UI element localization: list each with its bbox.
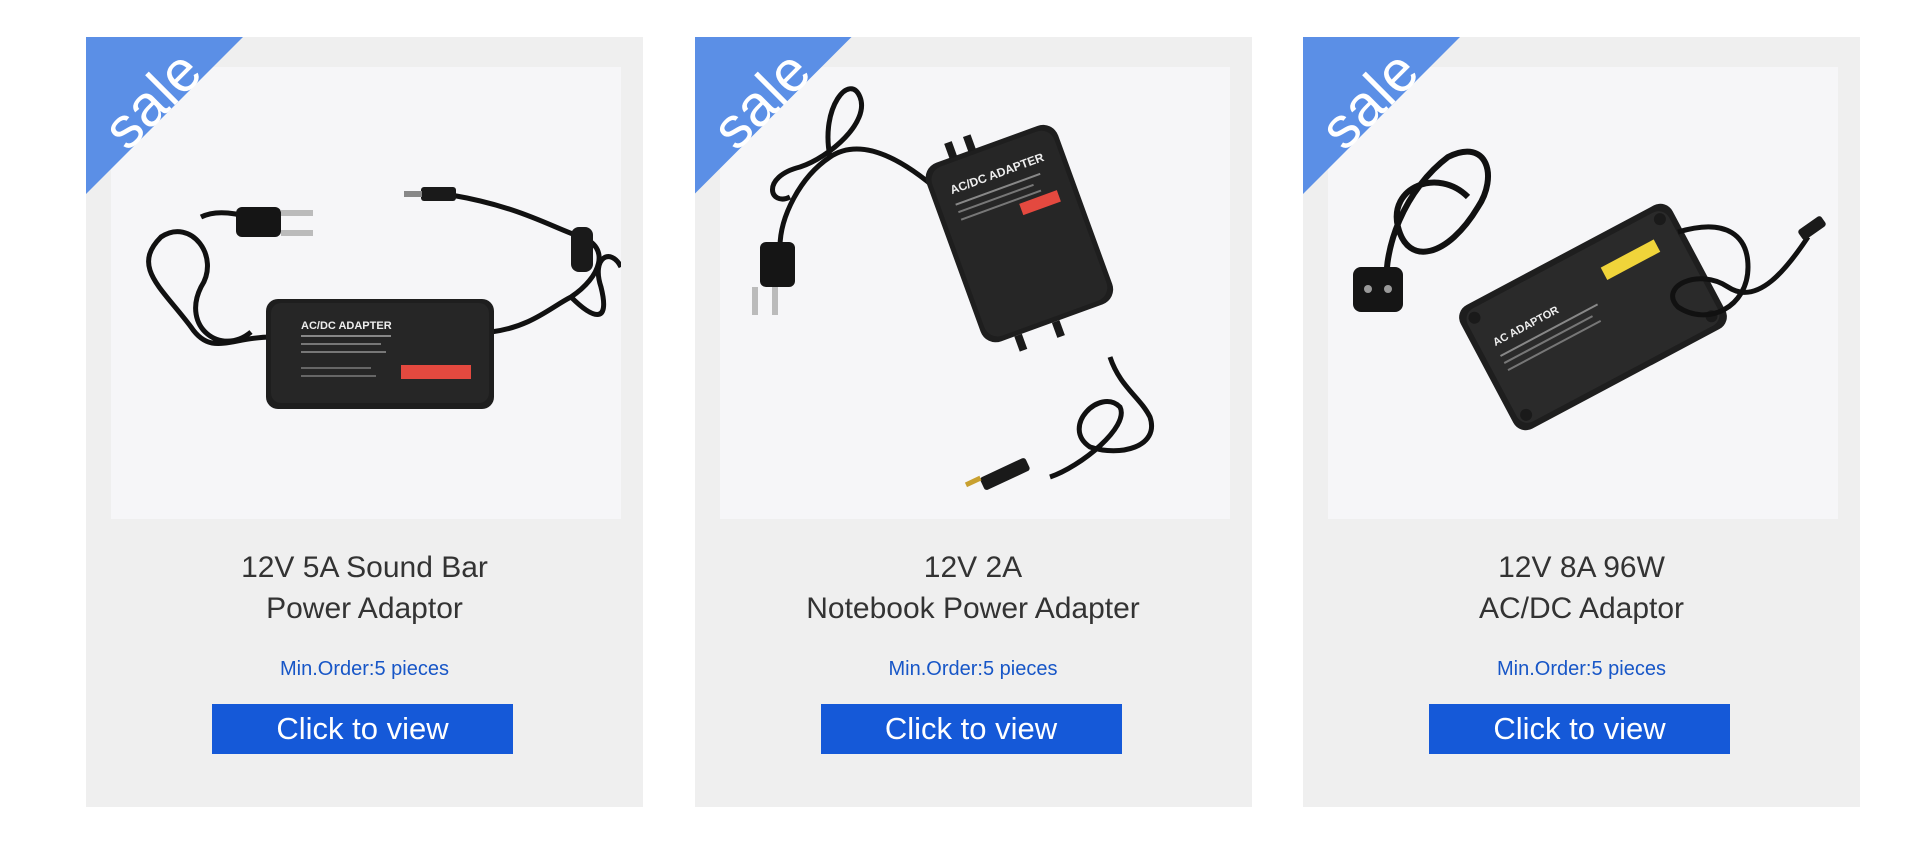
product-card[interactable]: sale AC/DC ADAPTER <box>694 37 1252 807</box>
click-to-view-button[interactable]: Click to view <box>1429 704 1730 754</box>
product-title[interactable]: 12V 8A 96W AC/DC Adaptor <box>1303 547 1860 629</box>
product-title-line2: Notebook Power Adapter <box>806 592 1140 625</box>
product-title[interactable]: 12V 2A Notebook Power Adapter <box>695 547 1252 629</box>
min-order-text: Min.Order:5 pieces <box>280 658 449 680</box>
min-order-text: Min.Order:5 pieces <box>1497 658 1666 680</box>
product-image[interactable]: AC ADAPTOR <box>1328 67 1838 519</box>
min-order-text: Min.Order:5 pieces <box>888 658 1058 680</box>
product-title[interactable]: 12V 5A Sound Bar Power Adaptor <box>86 547 643 629</box>
product-title-line2: AC/DC Adaptor <box>1478 592 1685 625</box>
adapter-label: AC/DC ADAPTER <box>301 320 392 332</box>
product-title-line2: Power Adaptor <box>266 592 463 625</box>
product-image[interactable]: AC/DC ADAPTER <box>111 67 621 519</box>
product-title-line1: 12V 2A <box>923 551 1023 584</box>
product-card[interactable]: sale AC ADAPTOR 12V 8A 96W AC/DC Adaptor… <box>1303 37 1860 807</box>
click-to-view-button[interactable]: Click to view <box>212 704 513 754</box>
click-to-view-button[interactable]: Click to view <box>820 704 1122 754</box>
power-adapter-image-icon: AC ADAPTOR <box>1353 148 1826 431</box>
product-card[interactable]: sale AC/DC ADAPTER <box>86 37 643 807</box>
product-title-line1: 12V 8A 96W <box>1498 551 1665 584</box>
power-adapter-image-icon: AC/DC ADAPTER <box>751 86 1154 490</box>
product-image[interactable]: AC/DC ADAPTER <box>719 67 1230 519</box>
power-adapter-image-icon: AC/DC ADAPTER <box>146 187 621 409</box>
product-title-line1: 12V 5A Sound Bar <box>241 551 488 584</box>
product-grid: sale AC/DC ADAPTER 12V 5A Sound Bar Powe… <box>86 37 1860 807</box>
